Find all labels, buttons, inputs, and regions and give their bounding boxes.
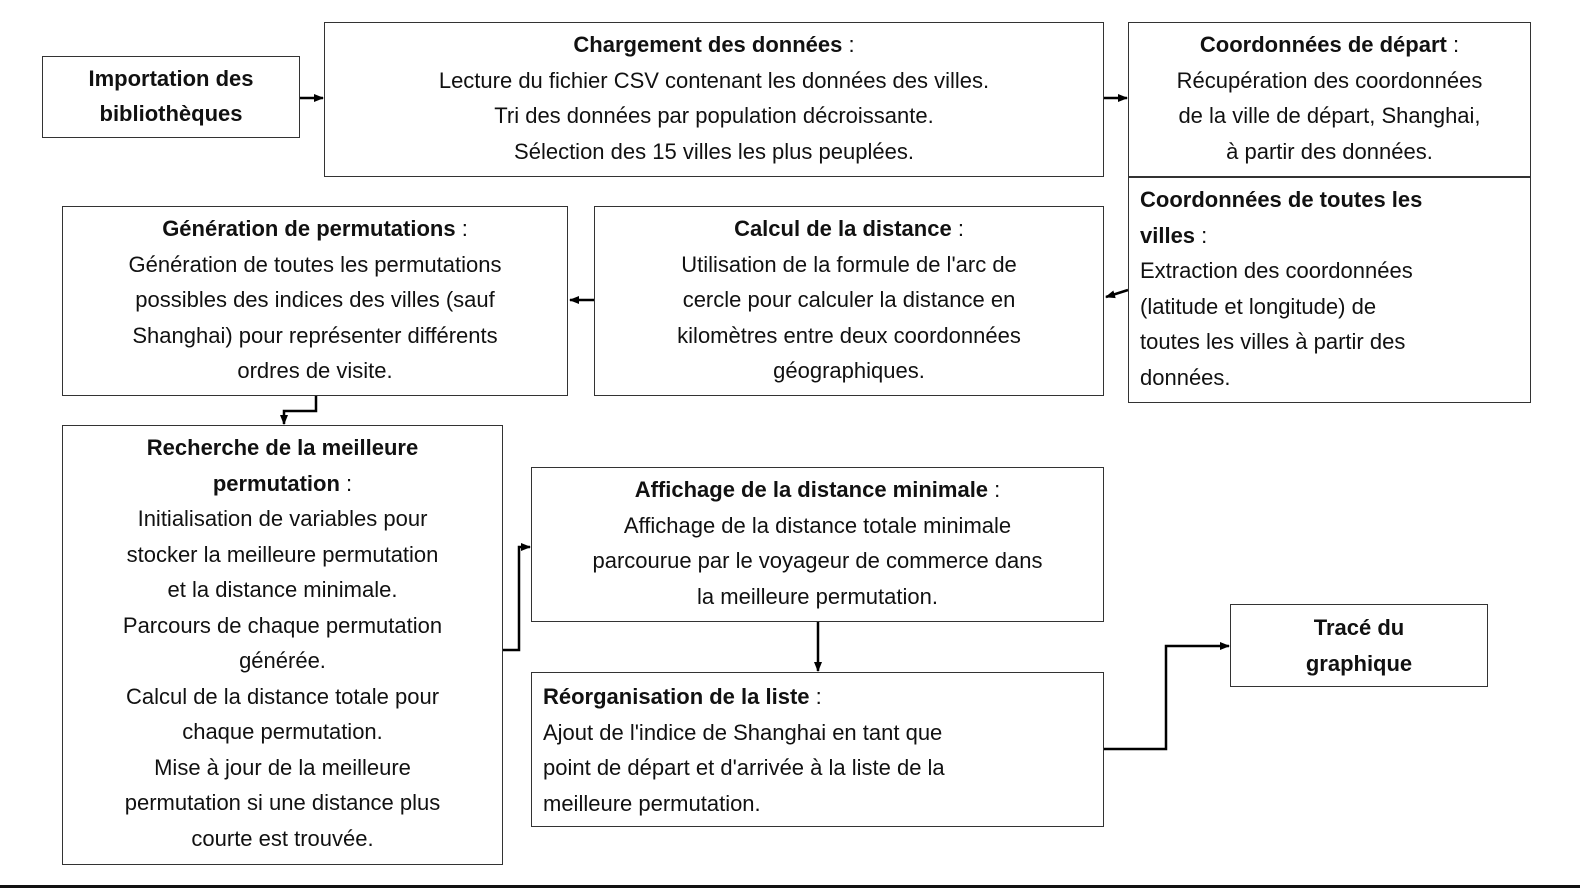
box-text-line: la meilleure permutation. bbox=[697, 583, 938, 609]
box-text-line: et la distance minimale. bbox=[167, 577, 398, 602]
box-title: Affichage de la distance minimale bbox=[634, 477, 989, 502]
arrow-all-to-dist bbox=[1105, 288, 1129, 299]
box-title: Réorganisation de la liste bbox=[543, 684, 810, 709]
box-text-line: Initialisation de variables pour bbox=[137, 506, 428, 531]
box-text-line: Utilisation de la formule de l'arc de bbox=[681, 251, 1017, 277]
box-text-line: Affichage de la distance totale minimale bbox=[623, 512, 1012, 538]
box-title-line: Calcul de la distance : bbox=[595, 211, 1103, 247]
box-title-line: villes : bbox=[1140, 218, 1530, 254]
box-title-line: permutation : bbox=[63, 466, 502, 502]
box-text-line: kilomètres entre deux coordonnées bbox=[677, 322, 1021, 348]
box-text-line: possibles des indices des villes (sauf bbox=[135, 287, 495, 312]
box-text-line: données. bbox=[1140, 364, 1231, 390]
box-title: Coordonnées de toutes les bbox=[1140, 187, 1423, 212]
box-chargement-donnees: Chargement des données : Lecture du fichi… bbox=[324, 22, 1104, 177]
title-colon: : bbox=[1195, 222, 1208, 248]
box-title: Calcul de la distance bbox=[734, 216, 952, 241]
title-colon: : bbox=[988, 477, 1001, 502]
box-text-line: courte est trouvée. bbox=[191, 825, 374, 851]
arrow-search-to-show bbox=[503, 543, 531, 652]
box-title: Chargement des données bbox=[573, 32, 843, 57]
box-reorganisation-liste: Réorganisation de la liste : Ajout de l'i… bbox=[531, 672, 1104, 827]
box-title-line: Réorganisation de la liste : bbox=[543, 679, 1103, 715]
box-text-line: chaque permutation. bbox=[182, 719, 383, 744]
box-text-line: Sélection des 15 villes les plus peuplée… bbox=[514, 138, 914, 164]
box-text-line: meilleure permutation. bbox=[543, 790, 761, 816]
box-affichage-distance-minimale: Affichage de la distance minimale : Affic… bbox=[531, 467, 1104, 622]
box-coordonnees-toutes-villes: Coordonnées de toutes les villes : Extract… bbox=[1128, 177, 1531, 403]
box-text-line: cercle pour calculer la distance en bbox=[682, 287, 1016, 312]
box-trace-graphique: Tracé du graphique bbox=[1230, 604, 1488, 687]
box-title: Coordonnées de départ bbox=[1199, 32, 1447, 57]
box-text-line: ordres de visite. bbox=[237, 358, 393, 383]
title-colon: : bbox=[1446, 32, 1460, 57]
box-text-line: Mise à jour de la meilleure bbox=[154, 754, 411, 780]
box-text-line: Shanghai) pour représenter différents bbox=[132, 322, 498, 348]
box-title: graphique bbox=[1305, 650, 1413, 676]
box-text-line: permutation si une distance plus bbox=[124, 790, 441, 815]
box-title-line: Recherche de la meilleure bbox=[63, 430, 502, 466]
box-title: Tracé du bbox=[1313, 615, 1405, 640]
title-colon: : bbox=[455, 216, 468, 241]
box-text-line: Parcours de chaque permutation bbox=[122, 612, 443, 638]
box-text-line: Tri des données par population décroissa… bbox=[494, 103, 934, 128]
box-text-line: de la ville de départ, Shanghai, bbox=[1178, 103, 1481, 128]
box-title: bibliothèques bbox=[99, 101, 243, 126]
box-text-line: Calcul de la distance totale pour bbox=[125, 683, 440, 709]
box-title: permutation bbox=[212, 470, 340, 496]
box-text-line: générée. bbox=[239, 648, 326, 673]
box-calcul-distance: Calcul de la distance : Utilisation de la… bbox=[594, 206, 1104, 396]
box-title-line: Importation des bbox=[43, 61, 299, 96]
box-text-line: parcourue par le voyageur de commerce da… bbox=[592, 548, 1043, 573]
box-title: villes bbox=[1140, 222, 1196, 248]
box-text-line: toutes les villes à partir des bbox=[1140, 329, 1406, 354]
box-title-line: Coordonnées de départ : bbox=[1129, 27, 1530, 63]
box-title-line: bibliothèques bbox=[43, 96, 299, 131]
box-text-line: géographiques. bbox=[773, 358, 925, 383]
box-title: Recherche de la meilleure bbox=[146, 435, 419, 460]
box-text-line: à partir des données. bbox=[1226, 138, 1433, 164]
arrow-reorg-to-plot bbox=[1104, 642, 1230, 751]
box-generation-permutations: Génération de permutations : Génération d… bbox=[62, 206, 568, 396]
box-title: Génération de permutations bbox=[162, 216, 456, 241]
box-title-line: Génération de permutations : bbox=[63, 211, 567, 247]
box-text-line: Lecture du fichier CSV contenant les don… bbox=[438, 67, 990, 93]
box-text-line: stocker la meilleure permutation bbox=[126, 541, 439, 567]
arrow-gen-to-search bbox=[280, 396, 318, 425]
title-colon: : bbox=[339, 470, 353, 496]
bottom-border bbox=[0, 885, 1580, 888]
box-title-line: Affichage de la distance minimale : bbox=[532, 472, 1103, 508]
box-text-line: Génération de toutes les permutations bbox=[128, 251, 502, 277]
box-coordonnees-depart: Coordonnées de départ : Récupération des … bbox=[1128, 22, 1531, 177]
title-colon: : bbox=[951, 216, 964, 241]
box-title-line: Coordonnées de toutes les bbox=[1140, 182, 1530, 218]
box-text-line: Récupération des coordonnées bbox=[1176, 67, 1483, 93]
box-text-line: (latitude et longitude) de bbox=[1140, 293, 1377, 319]
box-recherche-meilleure-permutation: Recherche de la meilleure permutation : In… bbox=[62, 425, 503, 865]
box-title-line: Tracé du bbox=[1231, 610, 1487, 646]
title-colon: : bbox=[842, 32, 855, 57]
box-text-line: Ajout de l'indice de Shanghai en tant qu… bbox=[543, 719, 943, 745]
box-text-line: point de départ et d'arrivée à la liste … bbox=[543, 755, 945, 780]
title-colon: : bbox=[809, 684, 822, 709]
box-title-line: Chargement des données : bbox=[325, 27, 1103, 63]
box-importation-bibliotheques: Importation des bibliothèques bbox=[42, 56, 300, 138]
box-text-line: Extraction des coordonnées bbox=[1140, 258, 1413, 283]
box-title-line: graphique bbox=[1231, 646, 1487, 682]
box-title: Importation des bbox=[88, 66, 254, 91]
